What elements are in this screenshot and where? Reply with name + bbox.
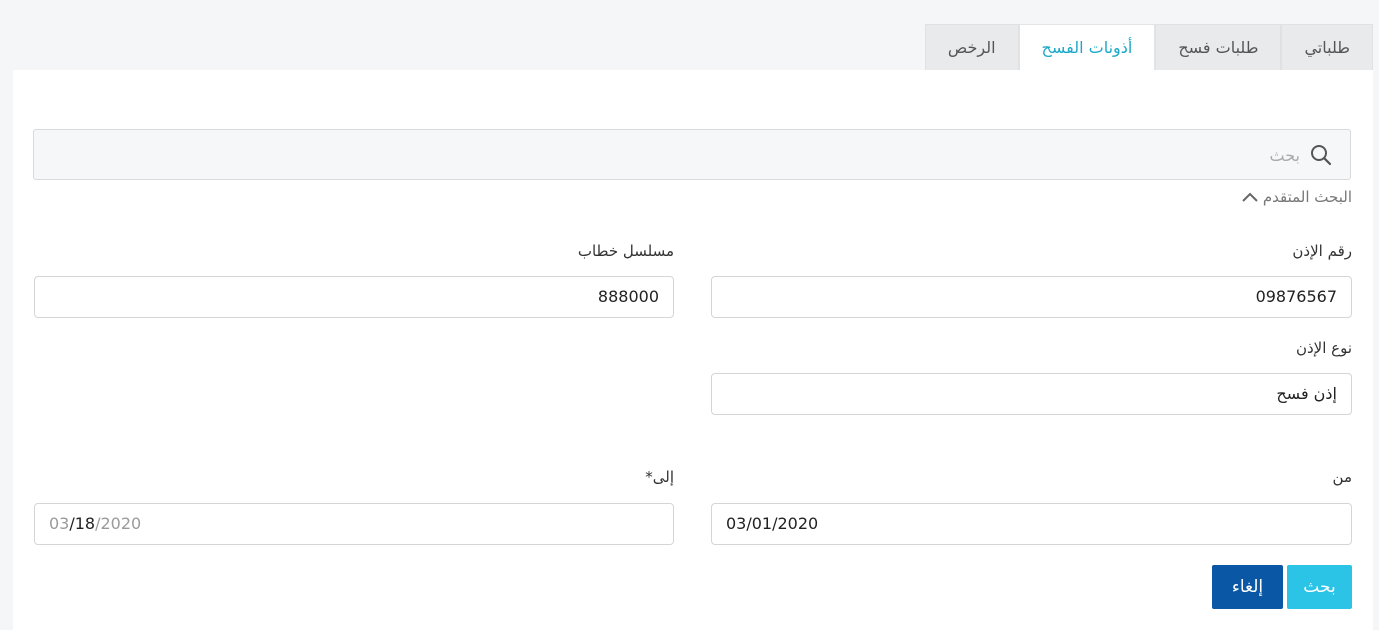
from-date-label: من — [1332, 468, 1352, 486]
from-date-field[interactable]: 03/01/2020 — [711, 503, 1352, 545]
advanced-search-label: البحث المتقدم — [1262, 188, 1352, 206]
permit-type-field[interactable]: إذن فسح — [711, 373, 1352, 415]
permit-number-field[interactable]: 09876567 — [711, 276, 1352, 318]
tab-licenses[interactable]: الرخص — [924, 24, 1019, 71]
to-date-year: 2020 — [100, 514, 142, 533]
to-date-day: 18 — [74, 514, 96, 533]
tab-my-requests[interactable]: طلباتي — [1281, 24, 1373, 71]
main-panel: البحث المتقدم رقم الإذن 09876567 مسلسل خ… — [13, 70, 1373, 630]
to-date-field[interactable]: 03/18/2020 — [34, 503, 674, 545]
permit-type-label: نوع الإذن — [1295, 339, 1352, 357]
to-date-month: 03 — [49, 514, 70, 533]
search-button[interactable]: بحث — [1287, 565, 1352, 609]
advanced-search-toggle[interactable]: البحث المتقدم — [1241, 185, 1352, 209]
search-input[interactable] — [98, 130, 1302, 181]
cancel-button[interactable]: إلغاء — [1212, 565, 1283, 609]
to-date-label: إلى* — [645, 468, 674, 486]
search-bar — [33, 129, 1351, 181]
tab-clearance-requests[interactable]: طلبات فسح — [1155, 24, 1282, 71]
permit-number-label: رقم الإذن — [1292, 242, 1352, 260]
tab-clearance-permits[interactable]: أذونات الفسح — [1018, 24, 1156, 71]
letter-serial-field[interactable]: 888000 — [34, 276, 674, 318]
chevron-up-icon — [1242, 192, 1258, 202]
letter-serial-label: مسلسل خطاب — [577, 242, 674, 260]
tab-bar: طلباتي طلبات فسح أذونات الفسح الرخص — [924, 24, 1373, 71]
search-icon[interactable] — [1310, 144, 1332, 166]
